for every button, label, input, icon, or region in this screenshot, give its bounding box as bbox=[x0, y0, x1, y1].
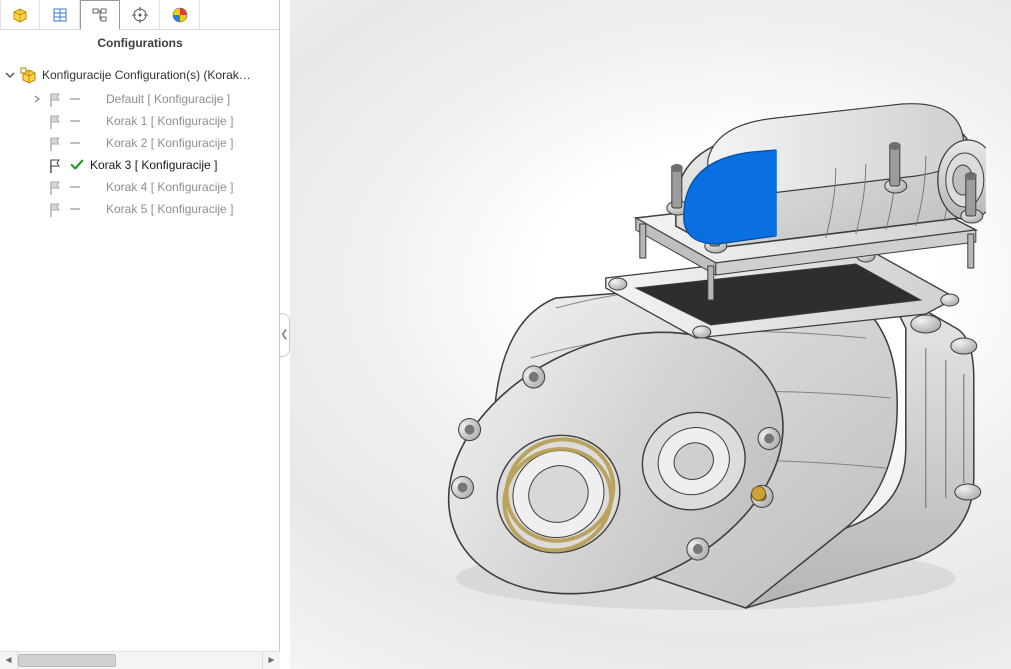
check-icon bbox=[70, 158, 84, 172]
config-flag-icon bbox=[48, 179, 64, 195]
config-item-label: Korak 1 [ Konfiguracije ] bbox=[106, 114, 233, 128]
scroll-left-button[interactable]: ◄ bbox=[0, 652, 18, 669]
config-flag-icon bbox=[48, 157, 64, 173]
splitter-handle-icon[interactable]: ❮ bbox=[279, 313, 290, 357]
config-flag-icon bbox=[48, 91, 64, 107]
scroll-right-button[interactable]: ► bbox=[262, 652, 280, 669]
property-tab[interactable] bbox=[40, 0, 80, 29]
configurations-tree: Konfiguracije Configuration(s) (Korak… D… bbox=[0, 56, 280, 651]
feature-manager-panel: Configurations Konfiguracije Configurati… bbox=[0, 0, 280, 669]
graphics-viewport[interactable] bbox=[290, 0, 1011, 669]
config-item-label: Default [ Konfiguracije ] bbox=[106, 92, 230, 106]
config-item-label: Korak 2 [ Konfiguracije ] bbox=[106, 136, 233, 150]
configurations-root-label: Konfiguracije Configuration(s) (Korak… bbox=[42, 68, 251, 82]
config-item-korak2[interactable]: Korak 2 [ Konfiguracije ] bbox=[28, 132, 280, 154]
configurations-list: Default [ Konfiguracije ] Korak 1 [ Konf… bbox=[0, 86, 280, 220]
panel-tabstrip bbox=[0, 0, 280, 30]
cube-icon bbox=[11, 6, 29, 24]
panel-splitter[interactable]: ❮ bbox=[280, 0, 290, 669]
config-flag-icon bbox=[48, 135, 64, 151]
config-item-default[interactable]: Default [ Konfiguracije ] bbox=[28, 88, 280, 110]
dash-icon bbox=[70, 186, 80, 188]
model-graphic bbox=[365, 78, 985, 618]
configurations-tab[interactable] bbox=[80, 0, 120, 30]
config-item-label: Korak 4 [ Konfiguracije ] bbox=[106, 180, 233, 194]
config-flag-icon bbox=[48, 201, 64, 217]
target-icon bbox=[131, 6, 149, 24]
panel-h-scrollbar[interactable]: ◄ ► bbox=[0, 651, 280, 669]
feature-tree-tab[interactable] bbox=[0, 0, 40, 29]
scroll-thumb[interactable] bbox=[18, 654, 116, 667]
dash-icon bbox=[70, 208, 80, 210]
sphere-icon bbox=[171, 6, 189, 24]
config-item-korak4[interactable]: Korak 4 [ Konfiguracije ] bbox=[28, 176, 280, 198]
configurations-root[interactable]: Konfiguracije Configuration(s) (Korak… bbox=[0, 64, 280, 86]
caret-right-icon bbox=[32, 94, 42, 104]
assembly-icon bbox=[20, 66, 38, 84]
dash-icon bbox=[70, 120, 80, 122]
config-item-korak3[interactable]: Korak 3 [ Konfiguracije ] bbox=[28, 154, 280, 176]
dash-icon bbox=[70, 142, 80, 144]
appearances-tab[interactable] bbox=[160, 0, 200, 29]
dimxpert-tab[interactable] bbox=[120, 0, 160, 29]
config-item-korak5[interactable]: Korak 5 [ Konfiguracije ] bbox=[28, 198, 280, 220]
tree-icon bbox=[91, 6, 109, 24]
config-item-label: Korak 5 [ Konfiguracije ] bbox=[106, 202, 233, 216]
config-flag-icon bbox=[48, 113, 64, 129]
config-item-label: Korak 3 [ Konfiguracije ] bbox=[90, 158, 217, 172]
scroll-track[interactable] bbox=[18, 652, 262, 669]
app-root: Configurations Konfiguracije Configurati… bbox=[0, 0, 1011, 669]
config-item-korak1[interactable]: Korak 1 [ Konfiguracije ] bbox=[28, 110, 280, 132]
caret-down-icon bbox=[4, 69, 16, 81]
panel-title: Configurations bbox=[0, 30, 280, 56]
grid-icon bbox=[51, 6, 69, 24]
dash-icon bbox=[70, 98, 80, 100]
